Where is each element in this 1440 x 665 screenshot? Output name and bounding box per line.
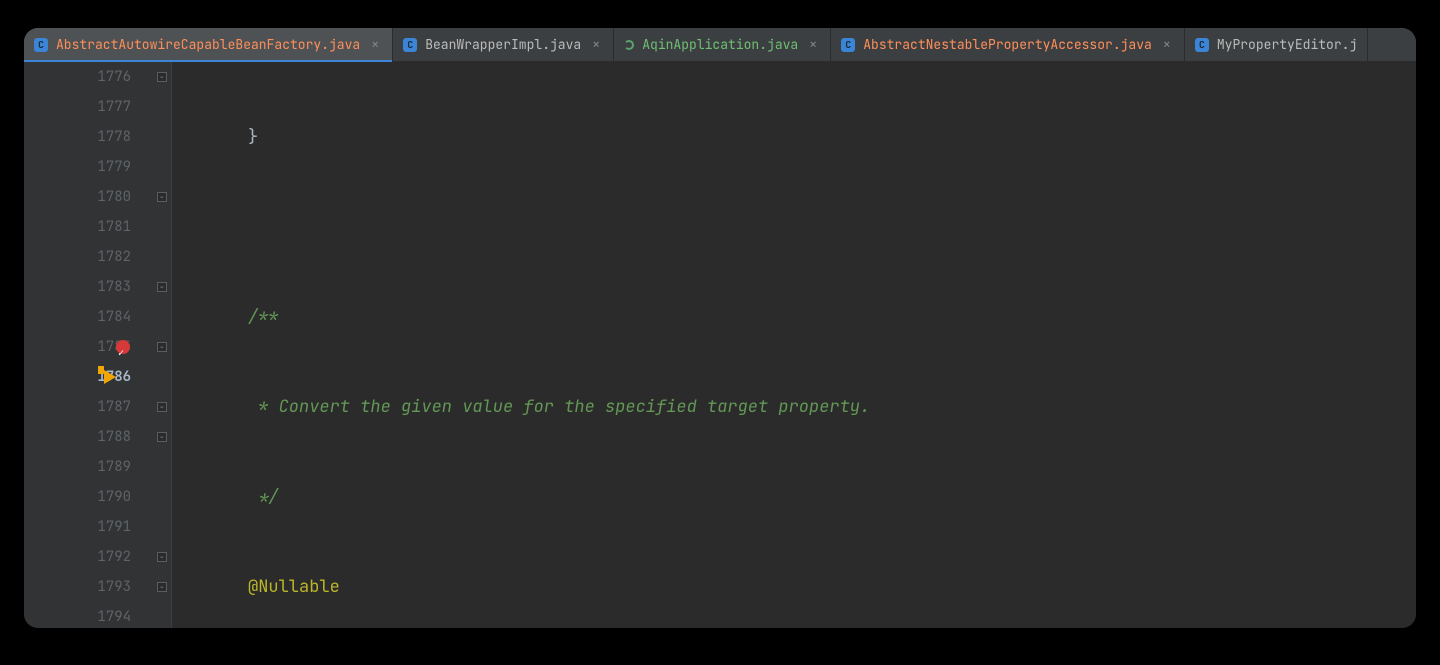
gutter-line[interactable]: 1787− [24, 392, 171, 422]
class-icon: C [1195, 38, 1209, 52]
close-icon[interactable]: × [806, 36, 820, 54]
execution-pointer-icon [104, 370, 116, 384]
gutter-line[interactable]: 1786 [24, 362, 171, 392]
tab-label: MyPropertyEditor.j [1217, 36, 1357, 53]
gutter-line[interactable]: 1778 [24, 122, 171, 152]
fold-icon[interactable]: − [157, 282, 167, 292]
gutter-line[interactable]: 1783− [24, 272, 171, 302]
code-line: } [200, 122, 1416, 152]
gutter-line[interactable]: 1781 [24, 212, 171, 242]
tab-label: AbstractAutowireCapableBeanFactory.java [56, 36, 360, 53]
code-line: /** [200, 302, 1416, 332]
class-icon: C [34, 38, 48, 52]
close-icon[interactable]: × [1160, 36, 1174, 54]
tab-label: BeanWrapperImpl.java [425, 36, 581, 53]
gutter-line[interactable]: 1785− [24, 332, 171, 362]
code-editor[interactable]: 1776−1777177817791780−178117821783−17841… [24, 62, 1416, 628]
gutter-line[interactable]: 1792− [24, 542, 171, 572]
gutter-line[interactable]: 1788− [24, 422, 171, 452]
gutter-line[interactable]: 1794 [24, 602, 171, 628]
code-line [200, 212, 1416, 242]
tab-beanwrapperimpl[interactable]: C BeanWrapperImpl.java × [393, 28, 614, 61]
fold-icon[interactable]: − [157, 402, 167, 412]
close-icon[interactable]: × [589, 36, 603, 54]
fold-icon[interactable]: − [157, 192, 167, 202]
ide-window: C AbstractAutowireCapableBeanFactory.jav… [24, 28, 1416, 628]
fold-icon[interactable]: − [157, 72, 167, 82]
code-area[interactable]: } /** * Convert the given value for the … [172, 62, 1416, 628]
gutter-line[interactable]: 1779 [24, 152, 171, 182]
gutter-line[interactable]: 1777 [24, 92, 171, 122]
class-icon: C [403, 38, 417, 52]
gutter-line[interactable]: 1789 [24, 452, 171, 482]
code-line: @Nullable [200, 572, 1416, 602]
code-line: * Convert the given value for the specif… [200, 392, 1416, 422]
code-line: */ [200, 482, 1416, 512]
gutter-line[interactable]: 1780− [24, 182, 171, 212]
fold-icon[interactable]: − [157, 582, 167, 592]
fold-icon[interactable]: − [157, 342, 167, 352]
refresh-icon [624, 40, 634, 50]
gutter[interactable]: 1776−1777177817791780−178117821783−17841… [24, 62, 172, 628]
close-icon[interactable]: × [368, 36, 382, 54]
gutter-line[interactable]: 1791 [24, 512, 171, 542]
tab-label: AqinApplication.java [642, 36, 798, 53]
tab-mypropertyeditor[interactable]: C MyPropertyEditor.j [1185, 28, 1368, 61]
tab-abstractnestablepropertyaccessor[interactable]: C AbstractNestablePropertyAccessor.java … [831, 28, 1185, 61]
gutter-line[interactable]: 1790 [24, 482, 171, 512]
fold-icon[interactable]: − [157, 552, 167, 562]
tab-abstractautowirecapablebeanfactory[interactable]: C AbstractAutowireCapableBeanFactory.jav… [24, 28, 393, 61]
fold-icon[interactable]: − [157, 432, 167, 442]
tab-aqinapplication[interactable]: AqinApplication.java × [614, 28, 831, 61]
gutter-line[interactable]: 1776− [24, 62, 171, 92]
gutter-line[interactable]: 1793− [24, 572, 171, 602]
gutter-line[interactable]: 1784 [24, 302, 171, 332]
class-icon: C [841, 38, 855, 52]
tab-label: AbstractNestablePropertyAccessor.java [863, 36, 1152, 53]
gutter-line[interactable]: 1782 [24, 242, 171, 272]
editor-tabs: C AbstractAutowireCapableBeanFactory.jav… [24, 28, 1416, 62]
breakpoint-icon[interactable] [116, 340, 130, 354]
